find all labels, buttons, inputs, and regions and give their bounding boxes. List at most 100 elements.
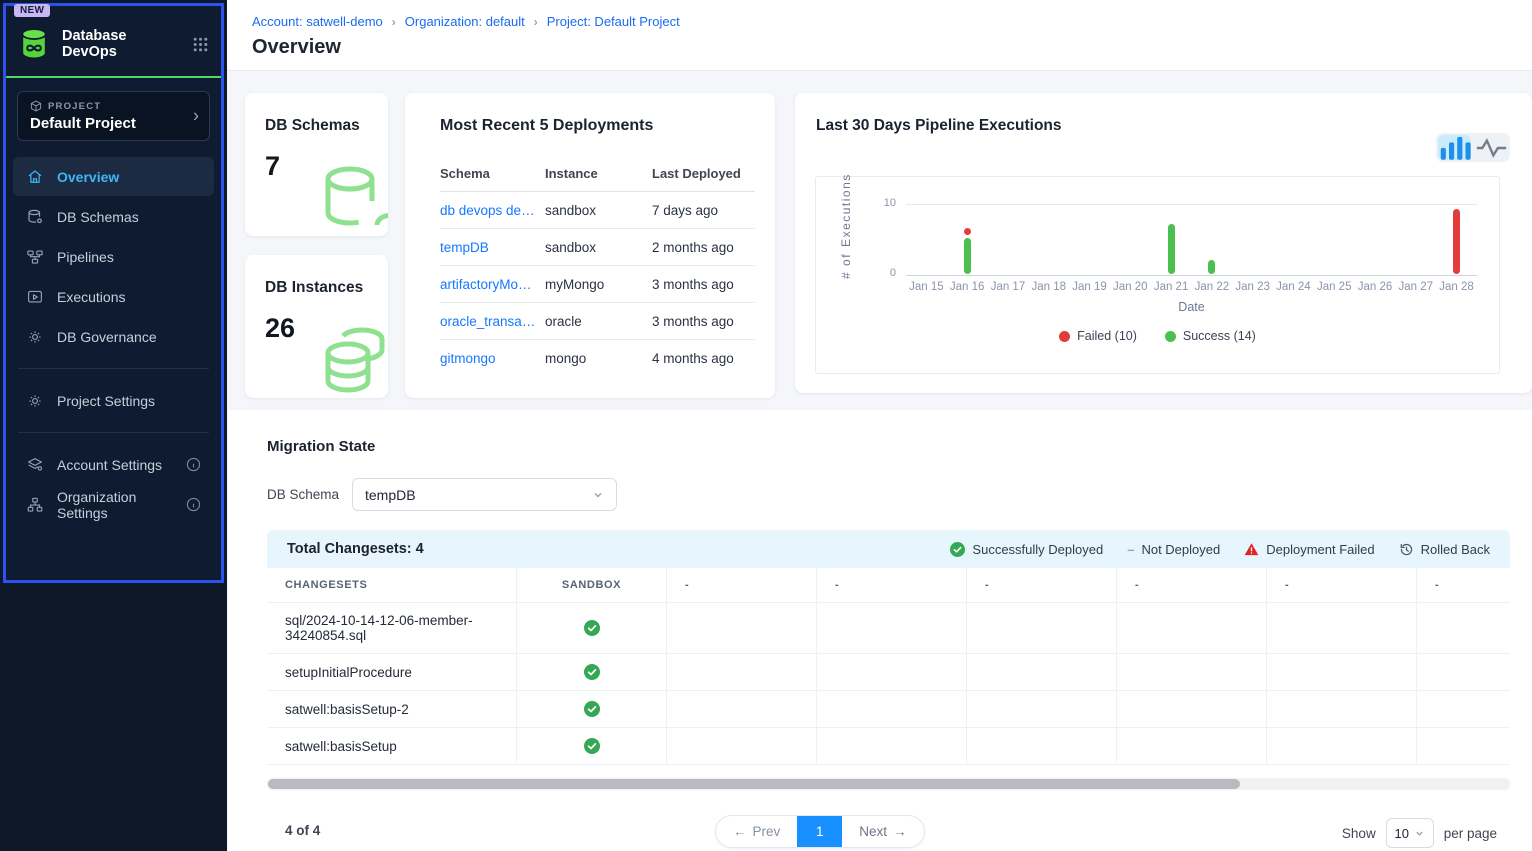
pipelines-icon bbox=[26, 248, 44, 266]
pipeline-executions-card: Last 30 Days Pipeline Executions # of Ex… bbox=[795, 93, 1532, 393]
empty-status-cell bbox=[667, 603, 817, 653]
status-legend-item: Successfully Deployed bbox=[950, 542, 1103, 557]
instance-cell: sandbox bbox=[545, 203, 652, 218]
instance-cell: oracle bbox=[545, 314, 652, 329]
project-cube-icon bbox=[30, 100, 42, 112]
empty-status-cell bbox=[967, 654, 1117, 690]
schema-link[interactable]: db devops demo bbox=[440, 203, 545, 218]
project-name: Default Project bbox=[30, 115, 197, 132]
changeset-row: setupInitialProcedure bbox=[267, 654, 1510, 691]
breadcrumb-link[interactable]: Account: satwell-demo bbox=[252, 14, 383, 29]
total-changesets-bar: Total Changesets: 4 Successfully Deploye… bbox=[267, 530, 1510, 568]
chart-legend: Failed (10) Success (14) bbox=[816, 329, 1499, 343]
chevron-right-icon: › bbox=[193, 106, 199, 127]
x-tick-label: Jan 21 bbox=[1151, 281, 1192, 293]
legend-dot-icon bbox=[1059, 331, 1070, 342]
breadcrumb: Account: satwell-demo › Organization: defa… bbox=[252, 14, 680, 29]
schema-link[interactable]: gitmongo bbox=[440, 351, 545, 366]
sidebar-item-db-schemas[interactable]: DB Schemas bbox=[13, 197, 214, 236]
bar-chart-toggle[interactable] bbox=[1438, 135, 1471, 160]
changesets-column-header: SANDBOX bbox=[517, 568, 667, 602]
legend-item[interactable]: Success (14) bbox=[1165, 329, 1256, 343]
app-grid-icon[interactable] bbox=[192, 36, 209, 53]
db-instances-title: DB Instances bbox=[265, 279, 363, 297]
empty-status-cell bbox=[1417, 654, 1510, 690]
schema-link[interactable]: artifactoryMongo bbox=[440, 277, 545, 292]
x-tick-label: Jan 18 bbox=[1028, 281, 1069, 293]
schema-link[interactable]: tempDB bbox=[440, 240, 545, 255]
changeset-name-cell: sql/2024-10-14-12-06-member-34240854.sql bbox=[267, 603, 517, 653]
breadcrumb-separator-icon: › bbox=[534, 15, 538, 29]
sidebar-item-overview[interactable]: Overview bbox=[13, 157, 214, 196]
sidebar-item-db-governance[interactable]: DB Governance bbox=[13, 317, 214, 356]
bar-slot bbox=[988, 177, 1029, 275]
sidebar-item-label: Account Settings bbox=[57, 457, 173, 473]
x-axis-tick-labels: Jan 15Jan 16Jan 17Jan 18Jan 19Jan 20Jan … bbox=[906, 281, 1477, 293]
bar-slot bbox=[1110, 177, 1151, 275]
status-legend-item: – Not Deployed bbox=[1127, 542, 1220, 557]
last-deployed-cell: 3 months ago bbox=[652, 314, 755, 329]
success-check-icon bbox=[584, 701, 600, 717]
bar-slot bbox=[906, 177, 947, 275]
bar-success-jan-22 bbox=[1208, 260, 1215, 274]
deployment-row: artifactoryMongo myMongo 3 months ago bbox=[440, 266, 755, 303]
instance-cell: sandbox bbox=[545, 240, 652, 255]
deployment-row: gitmongo mongo 4 months ago bbox=[440, 340, 755, 377]
bar-failed-jan-16 bbox=[964, 228, 971, 235]
page-1-button[interactable]: 1 bbox=[797, 816, 842, 847]
prev-page-button[interactable]: ←Prev bbox=[716, 816, 797, 847]
sidebar-item-account-settings[interactable]: Account Settings bbox=[13, 445, 214, 484]
db-instances-count: 26 bbox=[265, 313, 295, 344]
project-selector[interactable]: PROJECT Default Project › bbox=[17, 91, 210, 141]
chart-bars bbox=[906, 177, 1477, 275]
line-chart-toggle[interactable] bbox=[1475, 135, 1508, 160]
instance-cell: mongo bbox=[545, 351, 652, 366]
db-schema-select[interactable]: tempDB bbox=[352, 478, 617, 511]
empty-status-cell bbox=[667, 654, 817, 690]
success-check-icon bbox=[584, 738, 600, 754]
legend-item[interactable]: Failed (10) bbox=[1059, 329, 1137, 343]
sidebar-item-label: Executions bbox=[57, 289, 201, 305]
info-icon[interactable] bbox=[186, 457, 201, 472]
database-cylinder-icon bbox=[320, 161, 388, 236]
deployments-column-header: Schema bbox=[440, 166, 545, 181]
changesets-column-header: - bbox=[1267, 568, 1417, 602]
row-count: 4 of 4 bbox=[285, 823, 320, 838]
dash-icon: – bbox=[1127, 542, 1134, 557]
bar-slot bbox=[1273, 177, 1314, 275]
migration-state-panel: Migration State DB Schema tempDB Total C… bbox=[228, 410, 1532, 851]
empty-status-cell bbox=[1267, 603, 1417, 653]
brand-underline bbox=[6, 76, 221, 78]
page-size-control: Show 10 per page bbox=[1342, 818, 1497, 848]
account-settings-icon bbox=[26, 456, 44, 474]
empty-status-cell bbox=[1117, 603, 1267, 653]
legend-dot-icon bbox=[1165, 331, 1176, 342]
sidebar-item-pipelines[interactable]: Pipelines bbox=[13, 237, 214, 276]
bar-slot bbox=[1151, 177, 1192, 275]
empty-status-cell bbox=[1117, 691, 1267, 727]
breadcrumb-link[interactable]: Project: Default Project bbox=[547, 14, 680, 29]
executions-icon bbox=[26, 288, 44, 306]
chevron-down-icon bbox=[1414, 828, 1425, 839]
info-icon[interactable] bbox=[186, 497, 201, 512]
bar-slot bbox=[1069, 177, 1110, 275]
breadcrumb-link[interactable]: Organization: default bbox=[405, 14, 525, 29]
schema-link[interactable]: oracle_transact... bbox=[440, 314, 545, 329]
changesets-header-row: CHANGESETSSANDBOX------ bbox=[267, 568, 1510, 603]
horizontal-scrollbar-track[interactable] bbox=[267, 778, 1510, 790]
page-size-select[interactable]: 10 bbox=[1386, 818, 1434, 848]
failed-triangle-icon bbox=[1244, 542, 1259, 557]
deployments-column-header: Last Deployed bbox=[652, 166, 755, 181]
sidebar-item-project-settings[interactable]: Project Settings bbox=[13, 381, 214, 420]
sidebar-item-executions[interactable]: Executions bbox=[13, 277, 214, 316]
x-tick-label: Jan 23 bbox=[1232, 281, 1273, 293]
empty-status-cell bbox=[967, 603, 1117, 653]
horizontal-scrollbar-thumb[interactable] bbox=[268, 779, 1240, 789]
deployment-row: oracle_transact... oracle 3 months ago bbox=[440, 303, 755, 340]
empty-status-cell bbox=[1267, 691, 1417, 727]
status-legend: Successfully Deployed – Not Deployed Dep… bbox=[950, 542, 1490, 557]
sidebar-item-label: Pipelines bbox=[57, 249, 201, 265]
next-page-button[interactable]: Next→ bbox=[842, 816, 923, 847]
sidebar-item-organization-settings[interactable]: Organization Settings bbox=[13, 485, 214, 524]
changesets-column-header: - bbox=[667, 568, 817, 602]
